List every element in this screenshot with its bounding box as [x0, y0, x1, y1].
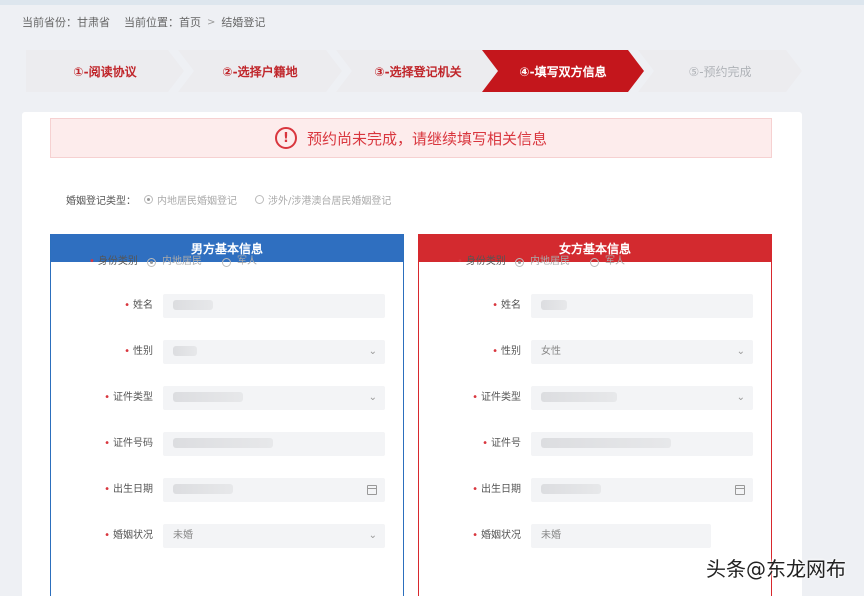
watermark: 头条@东龙网布	[706, 557, 846, 581]
female-id-type-row: • 证件类型 ⌄	[419, 386, 771, 410]
male-birth-date-input[interactable]	[163, 478, 385, 502]
female-gender-select[interactable]: 女性 ⌄	[531, 340, 753, 364]
radio-icon[interactable]	[515, 257, 524, 267]
province-label: 当前省份：	[22, 16, 77, 29]
form-card: ! 预约尚未完成，请继续填写相关信息 婚姻登记类型： 内地居民婚姻登记 涉外/涉…	[22, 112, 802, 596]
male-gender-select[interactable]: ⌄	[163, 340, 385, 364]
radio-icon[interactable]	[147, 257, 156, 267]
exclamation-icon: !	[274, 127, 297, 149]
top-border	[0, 0, 864, 5]
male-birth-date-row: • 出生日期	[51, 478, 403, 502]
female-id-type-select[interactable]: ⌄	[531, 386, 753, 410]
step-fill-info: ④-填写双方信息	[482, 50, 644, 92]
field-label: • 证件类型	[104, 392, 153, 403]
identity-option-civilian[interactable]: 内地居民	[162, 250, 202, 274]
identity-option-civilian[interactable]: 内地居民	[530, 250, 570, 274]
field-label: • 姓名	[124, 300, 153, 311]
field-label: • 出生日期	[472, 484, 521, 495]
male-info-panel: 男方基本信息 • 身份类别 内地居民 军人 • 姓名 • 性别 ⌄ • 证件类型 ⌄ •…	[50, 234, 404, 596]
breadcrumb-separator: >	[207, 16, 216, 28]
step-label: ⑤-预约完成	[688, 64, 752, 79]
alert-message: 预约尚未完成，请继续填写相关信息	[306, 129, 547, 148]
select-value: 未婚	[173, 530, 193, 541]
incomplete-alert: ! 预约尚未完成，请继续填写相关信息	[50, 118, 772, 158]
male-marital-select[interactable]: 未婚 ⌄	[163, 524, 385, 548]
step-complete: ⑤-预约完成	[638, 50, 802, 92]
option-label: 内地居民婚姻登记	[157, 196, 237, 207]
registration-type-domestic[interactable]: 内地居民婚姻登记	[144, 192, 237, 207]
breadcrumb-home-link[interactable]: 首页	[179, 14, 201, 30]
field-label: • 婚姻状况	[104, 530, 153, 541]
female-id-number-row: • 证件号	[419, 432, 771, 456]
male-id-number-row: • 证件号码	[51, 432, 403, 456]
female-gender-row: • 性别 女性 ⌄	[419, 340, 771, 364]
chevron-down-icon: ⌄	[368, 346, 377, 357]
calendar-icon[interactable]	[735, 485, 745, 495]
male-identity-row: • 身份类别 内地居民 军人	[51, 250, 403, 274]
step-label: ④-填写双方信息	[519, 64, 607, 79]
radio-icon[interactable]	[590, 257, 599, 267]
identity-option-military[interactable]: 军人	[605, 250, 625, 274]
select-value: 女性	[541, 346, 561, 357]
progress-stepper: ①-阅读协议 ②-选择户籍地 ③-选择登记机关 ④-填写双方信息 ⑤-预约完成	[26, 50, 802, 92]
location-label: 当前位置：	[124, 16, 179, 29]
step-label: ①-阅读协议	[73, 64, 137, 79]
step-label: ③-选择登记机关	[374, 64, 462, 79]
female-identity-row: • 身份类别 内地居民 军人	[419, 250, 771, 274]
male-marital-row: • 婚姻状况 未婚 ⌄	[51, 524, 403, 548]
registration-type-label: 婚姻登记类型：	[66, 196, 136, 207]
female-marital-select[interactable]: 未婚	[531, 524, 711, 548]
field-label: • 婚姻状况	[472, 530, 521, 541]
female-name-row: • 姓名	[419, 294, 771, 318]
step-read-agreement: ①-阅读协议	[26, 50, 184, 92]
identity-option-military[interactable]: 军人	[237, 250, 257, 274]
province-value[interactable]: 甘肃省	[77, 14, 110, 30]
registration-type-group: 婚姻登记类型： 内地居民婚姻登记 涉外/涉港澳台居民婚姻登记	[66, 192, 391, 207]
identity-label: • 身份类别	[89, 256, 138, 267]
registration-type-foreign[interactable]: 涉外/涉港澳台居民婚姻登记	[255, 192, 391, 207]
female-id-number-input[interactable]	[531, 432, 753, 456]
female-identity-options: 内地居民 军人	[515, 250, 625, 274]
identity-label: • 身份类别	[457, 256, 506, 267]
female-info-panel: 女方基本信息 • 身份类别 内地居民 军人 • 姓名 • 性别 女性 ⌄ • 证件类型 ⌄…	[418, 234, 772, 596]
step-select-office: ③-选择登记机关	[336, 50, 500, 92]
male-name-input[interactable]	[163, 294, 385, 318]
option-label: 涉外/涉港澳台居民婚姻登记	[268, 196, 392, 207]
chevron-down-icon: ⌄	[736, 346, 745, 357]
chevron-down-icon: ⌄	[368, 530, 377, 541]
select-value: 未婚	[541, 530, 561, 541]
radio-icon[interactable]	[222, 257, 231, 267]
male-identity-options: 内地居民 军人	[147, 250, 257, 274]
field-label: • 出生日期	[104, 484, 153, 495]
field-label: • 证件号码	[104, 438, 153, 449]
male-id-type-select[interactable]: ⌄	[163, 386, 385, 410]
female-birth-date-input[interactable]	[531, 478, 753, 502]
radio-icon[interactable]	[255, 195, 264, 204]
step-label: ②-选择户籍地	[222, 64, 298, 79]
breadcrumb: 当前省份： 甘肃省 当前位置： 首页 > 结婚登记	[22, 14, 265, 30]
field-label: • 性别	[124, 346, 153, 357]
field-label: • 证件号	[482, 438, 521, 449]
chevron-down-icon: ⌄	[736, 392, 745, 403]
calendar-icon[interactable]	[367, 485, 377, 495]
male-id-number-input[interactable]	[163, 432, 385, 456]
breadcrumb-current: 结婚登记	[221, 16, 266, 29]
field-label: • 证件类型	[472, 392, 521, 403]
male-name-row: • 姓名	[51, 294, 403, 318]
female-birth-date-row: • 出生日期	[419, 478, 771, 502]
field-label: • 性别	[492, 346, 521, 357]
male-id-type-row: • 证件类型 ⌄	[51, 386, 403, 410]
step-select-household: ②-选择户籍地	[178, 50, 342, 92]
field-label: • 姓名	[492, 300, 521, 311]
female-marital-row: • 婚姻状况 未婚	[419, 524, 771, 548]
male-gender-row: • 性别 ⌄	[51, 340, 403, 364]
radio-icon[interactable]	[144, 195, 153, 204]
female-name-input[interactable]	[531, 294, 753, 318]
chevron-down-icon: ⌄	[368, 392, 377, 403]
